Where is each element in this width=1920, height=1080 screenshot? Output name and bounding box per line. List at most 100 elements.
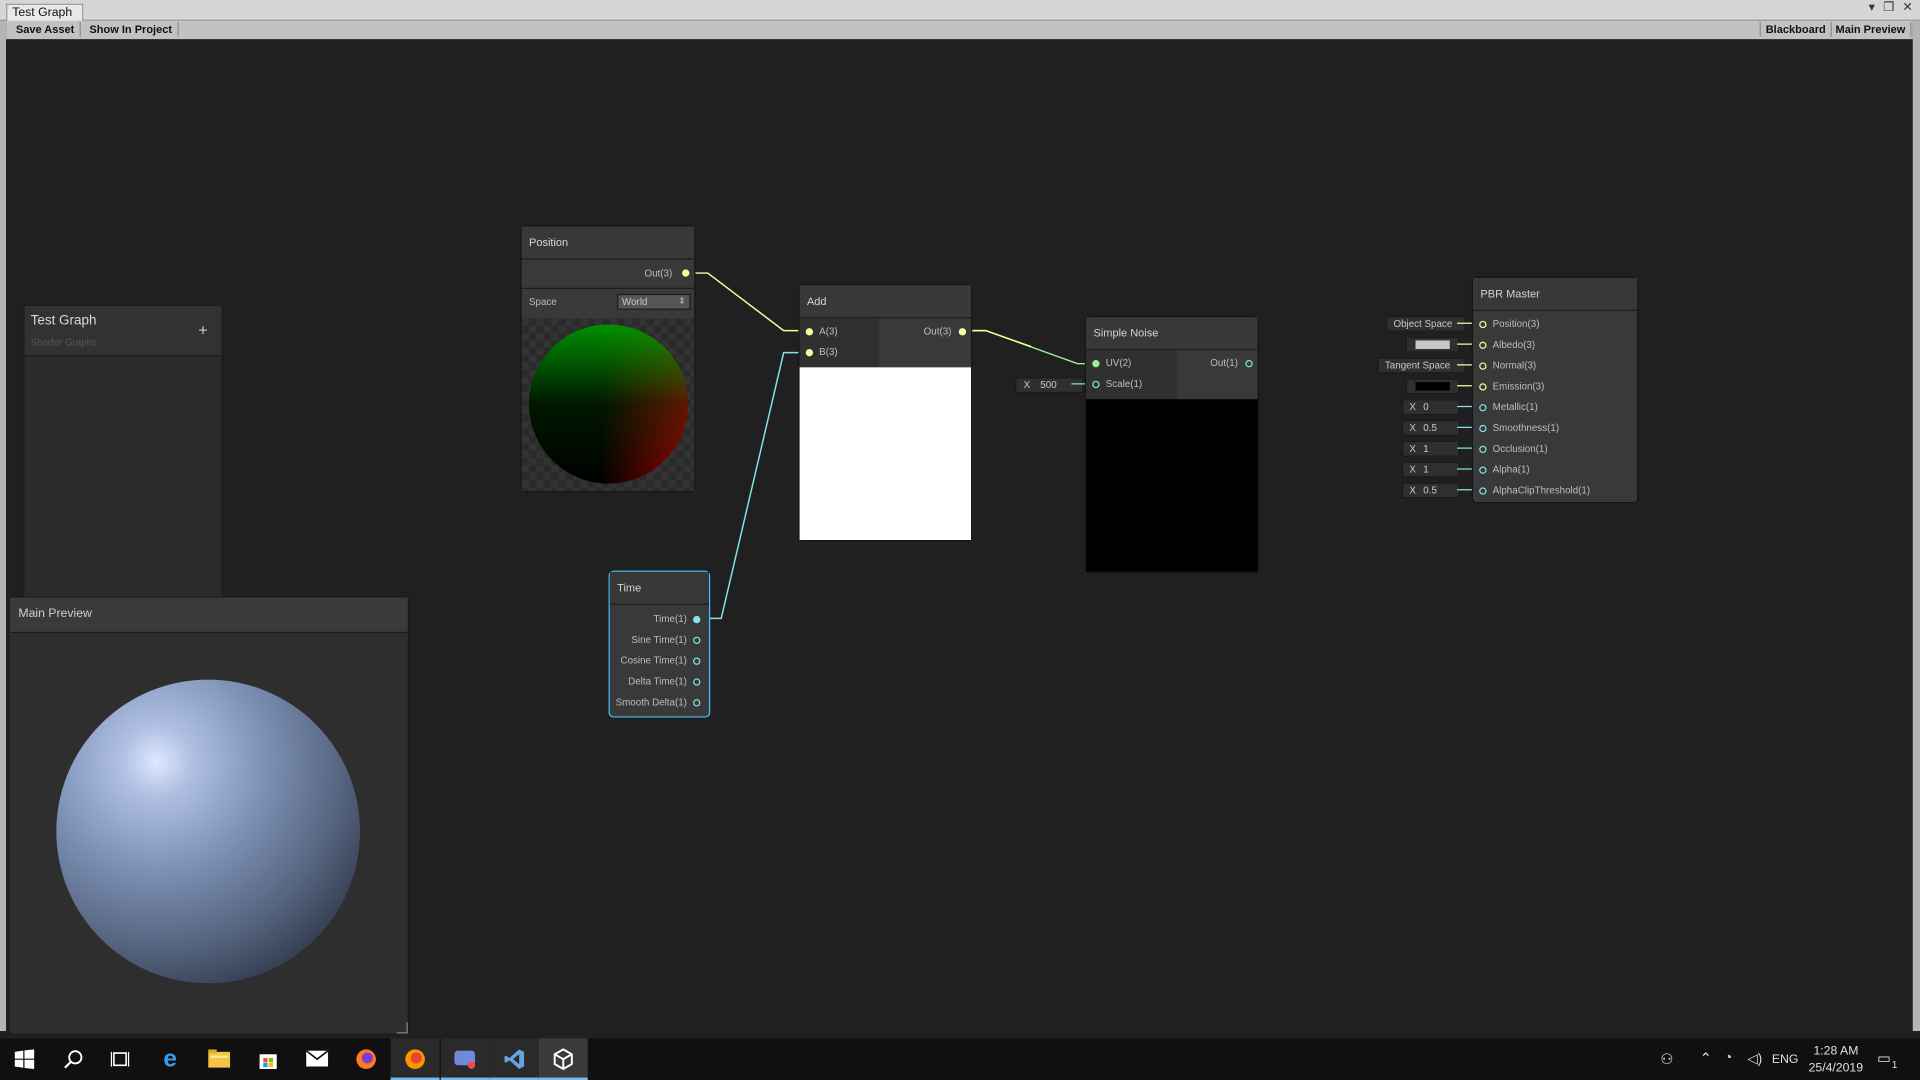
- smoothness-field[interactable]: X 0.5: [1402, 420, 1460, 436]
- emission-color-field[interactable]: [1405, 378, 1460, 395]
- noise-out-port[interactable]: [1245, 360, 1253, 368]
- file-explorer-icon[interactable]: [195, 1038, 244, 1080]
- occlusion-value: 1: [1423, 443, 1429, 455]
- pbr-smoothness-port[interactable]: [1479, 424, 1487, 433]
- emission-color-swatch: [1415, 382, 1450, 391]
- blackboard-subtitle: Shader Graphs: [30, 336, 98, 348]
- discord-icon[interactable]: [440, 1038, 490, 1080]
- noise-scale-field[interactable]: X 500: [1015, 377, 1084, 394]
- axis-label: X: [1409, 401, 1416, 413]
- axis-label: X: [1409, 464, 1416, 476]
- pbr-master-node[interactable]: PBR Master Position(3) Albedo(3) Normal(…: [1473, 277, 1638, 503]
- position-preview-sphere: [528, 324, 689, 484]
- axis-label: X: [1409, 484, 1416, 496]
- network-icon[interactable]: ◔: [1724, 1051, 1732, 1066]
- firefox-dev-icon[interactable]: [390, 1038, 440, 1080]
- add-node[interactable]: Add A(3) B(3) Out(3): [799, 285, 972, 541]
- chevron-up-icon[interactable]: ⌃: [1700, 1049, 1712, 1066]
- resize-handle-icon[interactable]: [396, 1022, 408, 1034]
- pbr-albedo-port[interactable]: [1479, 341, 1487, 349]
- time-out-port[interactable]: [693, 615, 701, 624]
- add-b-label: B(3): [819, 346, 838, 358]
- pbr-alpha-clip-label: AlphaClipThreshold(1): [1492, 484, 1591, 496]
- blackboard-header: Test Graph Shader Graphs +: [24, 306, 222, 357]
- cosine-time-port[interactable]: [693, 657, 701, 665]
- add-property-button[interactable]: +: [198, 321, 207, 339]
- time-out-label: Time(1): [653, 613, 687, 625]
- pbr-metallic-port[interactable]: [1479, 404, 1487, 412]
- add-out-label: Out(3): [923, 325, 952, 337]
- notification-count: 1: [1891, 1059, 1898, 1071]
- mail-icon[interactable]: [293, 1038, 342, 1080]
- noise-scale-label: Scale(1): [1105, 378, 1143, 390]
- blackboard-panel: Test Graph Shader Graphs +: [23, 304, 223, 602]
- pbr-albedo-label: Albedo(3): [1492, 339, 1536, 351]
- alpha-clip-field[interactable]: X 0.5: [1402, 482, 1460, 499]
- firefox-icon[interactable]: [342, 1038, 391, 1080]
- delta-time-label: Delta Time(1): [628, 675, 687, 687]
- smooth-delta-port[interactable]: [693, 699, 701, 707]
- clock-time[interactable]: 1:28 AM: [1813, 1044, 1858, 1057]
- normal-space-field[interactable]: Tangent Space: [1377, 357, 1466, 374]
- volume-icon[interactable]: ◁): [1747, 1051, 1762, 1067]
- edge-position-to-add-a: [689, 272, 803, 332]
- smooth-delta-label: Smooth Delta(1): [615, 696, 687, 708]
- pbr-emission-port[interactable]: [1479, 383, 1487, 391]
- noise-out-label: Out(1): [1210, 357, 1238, 369]
- delta-time-port[interactable]: [693, 678, 701, 686]
- pbr-smoothness-label: Smoothness(1): [1492, 422, 1560, 434]
- store-icon[interactable]: [244, 1038, 293, 1080]
- metallic-value: 0: [1423, 401, 1429, 413]
- noise-uv-port[interactable]: [1092, 360, 1100, 368]
- albedo-color-field[interactable]: [1405, 336, 1460, 353]
- add-b-port[interactable]: [805, 348, 814, 357]
- add-preview: [799, 367, 972, 541]
- node-title: Add: [799, 285, 972, 319]
- visual-studio-icon[interactable]: [489, 1038, 539, 1080]
- simple-noise-node[interactable]: Simple Noise UV(2) Scale(1) Out(1): [1086, 317, 1258, 572]
- pbr-position-port[interactable]: [1479, 320, 1487, 329]
- node-title: PBR Master: [1473, 277, 1638, 312]
- position-out-label: Out(3): [644, 268, 673, 280]
- space-value: World: [622, 296, 648, 308]
- axis-label: X: [1409, 422, 1416, 434]
- sine-time-label: Sine Time(1): [631, 634, 687, 646]
- alpha-field[interactable]: X1: [1402, 461, 1460, 478]
- alpha-value: 1: [1423, 464, 1429, 476]
- noise-scale-port[interactable]: [1092, 380, 1100, 389]
- add-out-port[interactable]: [958, 328, 967, 336]
- preview-sphere: [56, 679, 361, 984]
- space-label: Space: [528, 296, 557, 308]
- pbr-emission-label: Emission(3): [1492, 380, 1545, 392]
- windows-taskbar: e ⚇ ⌃ ◔ ◁) ENG 1:28 AM 25/4/2019 ▭ 1: [0, 1038, 1920, 1080]
- position-node[interactable]: Position Out(3) Space World ⇕: [521, 226, 695, 492]
- scale-field-connector: [1071, 383, 1087, 385]
- occlusion-field[interactable]: X1: [1402, 440, 1460, 457]
- edge-time-to-add-b: [702, 351, 803, 620]
- language-indicator[interactable]: ENG: [1772, 1053, 1799, 1066]
- pbr-alpha-clip-port[interactable]: [1479, 487, 1487, 495]
- add-a-port[interactable]: [805, 328, 814, 336]
- pbr-normal-port[interactable]: [1479, 362, 1487, 370]
- main-preview-title: Main Preview: [9, 597, 408, 634]
- pbr-alpha-label: Alpha(1): [1492, 464, 1530, 476]
- pbr-occlusion-port[interactable]: [1479, 445, 1487, 454]
- noise-preview: [1086, 399, 1258, 572]
- metallic-field[interactable]: X0: [1402, 399, 1460, 416]
- pbr-metallic-label: Metallic(1): [1492, 401, 1538, 413]
- sine-time-port[interactable]: [693, 636, 701, 645]
- position-out-port[interactable]: [682, 269, 690, 277]
- time-node[interactable]: Time Time(1) Sine Time(1) Cosine Time(1)…: [609, 571, 709, 717]
- windows-start-icon[interactable]: [0, 1038, 49, 1080]
- pbr-alpha-port[interactable]: [1479, 466, 1487, 474]
- pbr-occlusion-label: Occlusion(1): [1492, 443, 1548, 455]
- action-center-icon[interactable]: ▭: [1877, 1049, 1891, 1066]
- task-view-icon[interactable]: [96, 1038, 145, 1080]
- people-icon[interactable]: ⚇: [1660, 1051, 1673, 1068]
- unity-icon[interactable]: [538, 1038, 588, 1080]
- clock-date[interactable]: 25/4/2019: [1809, 1062, 1863, 1075]
- search-icon[interactable]: [49, 1038, 98, 1080]
- edge-icon[interactable]: e: [146, 1038, 195, 1080]
- space-dropdown[interactable]: World ⇕: [617, 293, 691, 310]
- main-preview-panel[interactable]: Main Preview: [8, 596, 409, 1035]
